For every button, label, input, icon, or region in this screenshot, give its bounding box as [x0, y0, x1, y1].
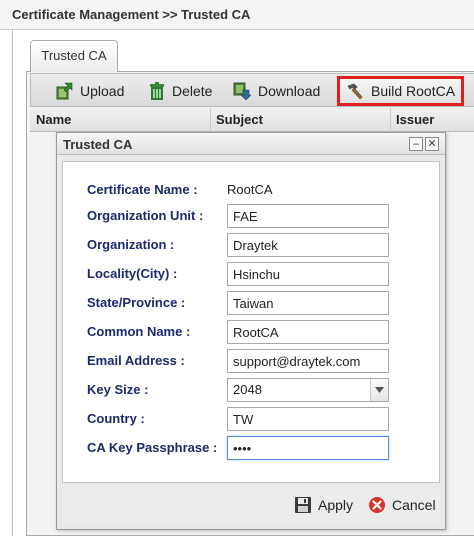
organization-label: Organization :	[87, 237, 175, 252]
certificate-name-value: RootCA	[227, 182, 273, 197]
apply-button[interactable]: Apply	[294, 493, 353, 517]
form-row: Country :	[63, 407, 439, 431]
trash-icon	[150, 82, 164, 100]
dialog-title: Trusted CA	[63, 137, 133, 152]
toolbar: Upload Delete Download Build RootCA	[30, 73, 474, 107]
ca-key-passphrase-label: CA Key Passphrase :	[87, 440, 218, 455]
key-size-select[interactable]: 2048	[227, 378, 389, 402]
column-name-header[interactable]: Name	[36, 112, 71, 127]
state-province-field[interactable]	[227, 291, 389, 315]
delete-button[interactable]: Delete	[145, 78, 216, 104]
column-divider	[210, 108, 211, 132]
form-row: CA Key Passphrase :	[63, 436, 439, 460]
state-province-label: State/Province :	[87, 295, 186, 310]
form-row: Common Name :	[63, 320, 439, 344]
tab-trusted-ca[interactable]: Trusted CA	[30, 40, 118, 72]
form-row: Organization :	[63, 233, 439, 257]
common-name-field[interactable]	[227, 320, 389, 344]
minimize-icon[interactable]: –	[409, 137, 423, 151]
form-row: Organization Unit :	[63, 204, 439, 228]
form-row: Locality(City) :	[63, 262, 439, 286]
cancel-label: Cancel	[392, 497, 436, 513]
organization-field[interactable]	[227, 233, 389, 257]
upload-button[interactable]: Upload	[51, 78, 128, 104]
organization-unit-field[interactable]	[227, 204, 389, 228]
locality-label: Locality(City) :	[87, 266, 178, 281]
upload-icon	[56, 82, 73, 100]
save-icon	[295, 497, 311, 513]
common-name-label: Common Name :	[87, 324, 191, 339]
form-row: Email Address :	[63, 349, 439, 373]
form-row: Key Size : 2048	[63, 378, 439, 402]
form-row: Certificate Name : RootCA	[63, 178, 439, 202]
ca-key-passphrase-field[interactable]	[227, 436, 389, 460]
hammer-icon	[347, 83, 363, 100]
download-icon	[233, 82, 251, 100]
build-rootca-label: Build RootCA	[371, 83, 456, 99]
cancel-button[interactable]: Cancel	[368, 493, 436, 517]
dialog-footer: Apply Cancel	[62, 485, 440, 525]
dialog-form: Certificate Name : RootCA Organization U…	[62, 161, 440, 483]
certificate-name-label: Certificate Name :	[87, 182, 198, 197]
trusted-ca-dialog: Trusted CA – ✕ Certificate Name : RootCA…	[56, 132, 446, 530]
organization-unit-label: Organization Unit :	[87, 208, 204, 223]
upload-label: Upload	[80, 83, 125, 99]
key-size-value: 2048	[233, 382, 262, 397]
email-address-field[interactable]	[227, 349, 389, 373]
close-icon[interactable]: ✕	[425, 137, 439, 151]
delete-label: Delete	[172, 83, 213, 99]
page-title: Certificate Management >> Trusted CA	[0, 0, 474, 30]
chevron-down-icon[interactable]	[370, 379, 388, 401]
download-label: Download	[258, 83, 321, 99]
column-issuer-header[interactable]: Issuer	[396, 112, 434, 127]
column-divider	[390, 108, 391, 132]
download-button[interactable]: Download	[229, 78, 324, 104]
build-rootca-button[interactable]: Build RootCA	[337, 76, 465, 106]
cancel-icon	[369, 497, 385, 513]
form-row: State/Province :	[63, 291, 439, 315]
email-address-label: Email Address :	[87, 353, 185, 368]
grid-header: Name Subject Issuer	[30, 108, 474, 132]
apply-label: Apply	[318, 497, 354, 513]
column-subject-header[interactable]: Subject	[216, 112, 263, 127]
locality-field[interactable]	[227, 262, 389, 286]
dialog-header[interactable]: Trusted CA – ✕	[57, 133, 445, 155]
country-field[interactable]	[227, 407, 389, 431]
key-size-label: Key Size :	[87, 382, 149, 397]
country-label: Country :	[87, 411, 145, 426]
